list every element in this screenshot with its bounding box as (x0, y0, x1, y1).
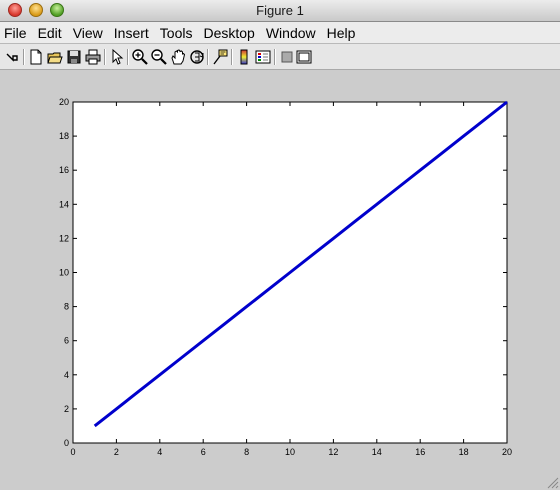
x-tick-label: 16 (415, 447, 425, 457)
window-title: Figure 1 (256, 3, 304, 18)
y-tick-label: 18 (59, 131, 69, 141)
figure-canvas[interactable]: 0 2 4 6 8 10 12 14 16 18 20 0 2 4 6 8 10 12 14 16 18 20 (0, 70, 560, 490)
menu-insert[interactable]: Insert (114, 25, 149, 41)
pan-hand-icon[interactable] (169, 48, 187, 66)
x-tick-label: 4 (157, 447, 162, 457)
show-plot-tools-icon[interactable] (295, 48, 313, 66)
y-tick-label: 2 (64, 404, 69, 414)
resize-grip-icon[interactable] (545, 475, 559, 489)
hide-plot-tools-icon[interactable] (278, 48, 296, 66)
print-icon[interactable] (84, 48, 102, 66)
zoom-in-icon[interactable] (131, 48, 149, 66)
pointer-icon[interactable] (108, 48, 126, 66)
x-tick-label: 12 (328, 447, 338, 457)
y-tick-label: 6 (64, 336, 69, 346)
menu-view[interactable]: View (73, 25, 103, 41)
menu-edit[interactable]: Edit (38, 25, 62, 41)
rotate-3d-icon[interactable] (188, 48, 206, 66)
colorbar-icon[interactable] (235, 48, 253, 66)
x-tick-label: 8 (244, 447, 249, 457)
y-tick-label: 14 (59, 199, 69, 209)
menu-desktop[interactable]: Desktop (203, 25, 254, 41)
x-tick-label: 20 (502, 447, 512, 457)
y-tick-label: 4 (64, 370, 69, 380)
save-icon[interactable] (65, 48, 83, 66)
y-tick-label: 8 (64, 302, 69, 312)
x-tick-label: 10 (285, 447, 295, 457)
y-tick-label: 0 (64, 438, 69, 448)
new-figure-icon[interactable] (27, 48, 45, 66)
menu-tools[interactable]: Tools (160, 25, 193, 41)
dock-arrow-icon[interactable] (3, 48, 21, 66)
y-tick-label: 20 (59, 97, 69, 107)
open-file-icon[interactable] (46, 48, 64, 66)
y-tick-label: 10 (59, 268, 69, 278)
x-tick-label: 14 (372, 447, 382, 457)
y-tick-label: 16 (59, 165, 69, 175)
legend-icon[interactable] (254, 48, 272, 66)
figure-toolbar (0, 44, 560, 70)
x-tick-label: 18 (459, 447, 469, 457)
x-tick-label: 2 (114, 447, 119, 457)
x-tick-label: 6 (201, 447, 206, 457)
data-cursor-icon[interactable] (211, 48, 229, 66)
menu-bar: File Edit View Insert Tools Desktop Wind… (0, 22, 560, 44)
zoom-out-icon[interactable] (150, 48, 168, 66)
menu-file[interactable]: File (4, 25, 27, 41)
menu-help[interactable]: Help (327, 25, 356, 41)
menu-window[interactable]: Window (266, 25, 316, 41)
x-tick-label: 0 (70, 447, 75, 457)
plot-svg: 0 2 4 6 8 10 12 14 16 18 20 0 2 4 6 8 10 12 14 16 18 20 (59, 97, 512, 457)
title-bar[interactable]: Figure 1 (0, 0, 560, 22)
y-tick-label: 12 (59, 233, 69, 243)
